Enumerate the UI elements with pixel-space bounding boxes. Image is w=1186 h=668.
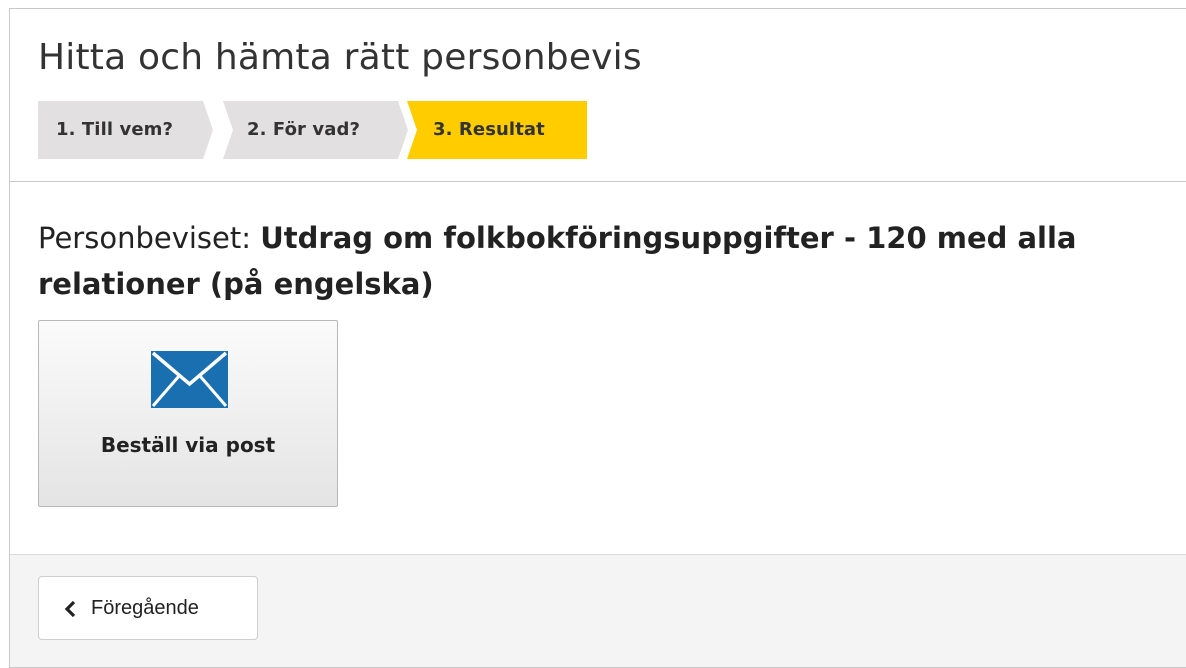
result-lead: Personbeviset: [38, 221, 252, 255]
previous-label: Föregående [91, 597, 199, 619]
chevron-left-icon [64, 600, 76, 618]
step-label: 2. För vad? [247, 119, 361, 140]
step-till-vem[interactable]: 1. Till vem? [38, 101, 213, 159]
previous-button[interactable]: Föregående [38, 576, 258, 640]
envelope-icon [151, 351, 228, 408]
footer-bar: Föregående [10, 554, 1186, 667]
step-label: 3. Resultat [433, 119, 545, 140]
order-by-post-label: Beställ via post [100, 433, 276, 457]
header-section: Hitta och hämta rätt personbevis 1. Till… [10, 9, 1186, 182]
result-text: Personbeviset: Utdrag om folkbokföringsu… [38, 215, 1178, 307]
step-for-vad[interactable]: 2. För vad? [223, 101, 408, 159]
personbevis-panel: Hitta och hämta rätt personbevis 1. Till… [9, 8, 1186, 668]
page-title: Hitta och hämta rätt personbevis [38, 37, 642, 78]
step-resultat: 3. Resultat [407, 101, 587, 159]
step-label: 1. Till vem? [56, 119, 174, 140]
order-by-post-button[interactable]: Beställ via post [38, 320, 338, 507]
